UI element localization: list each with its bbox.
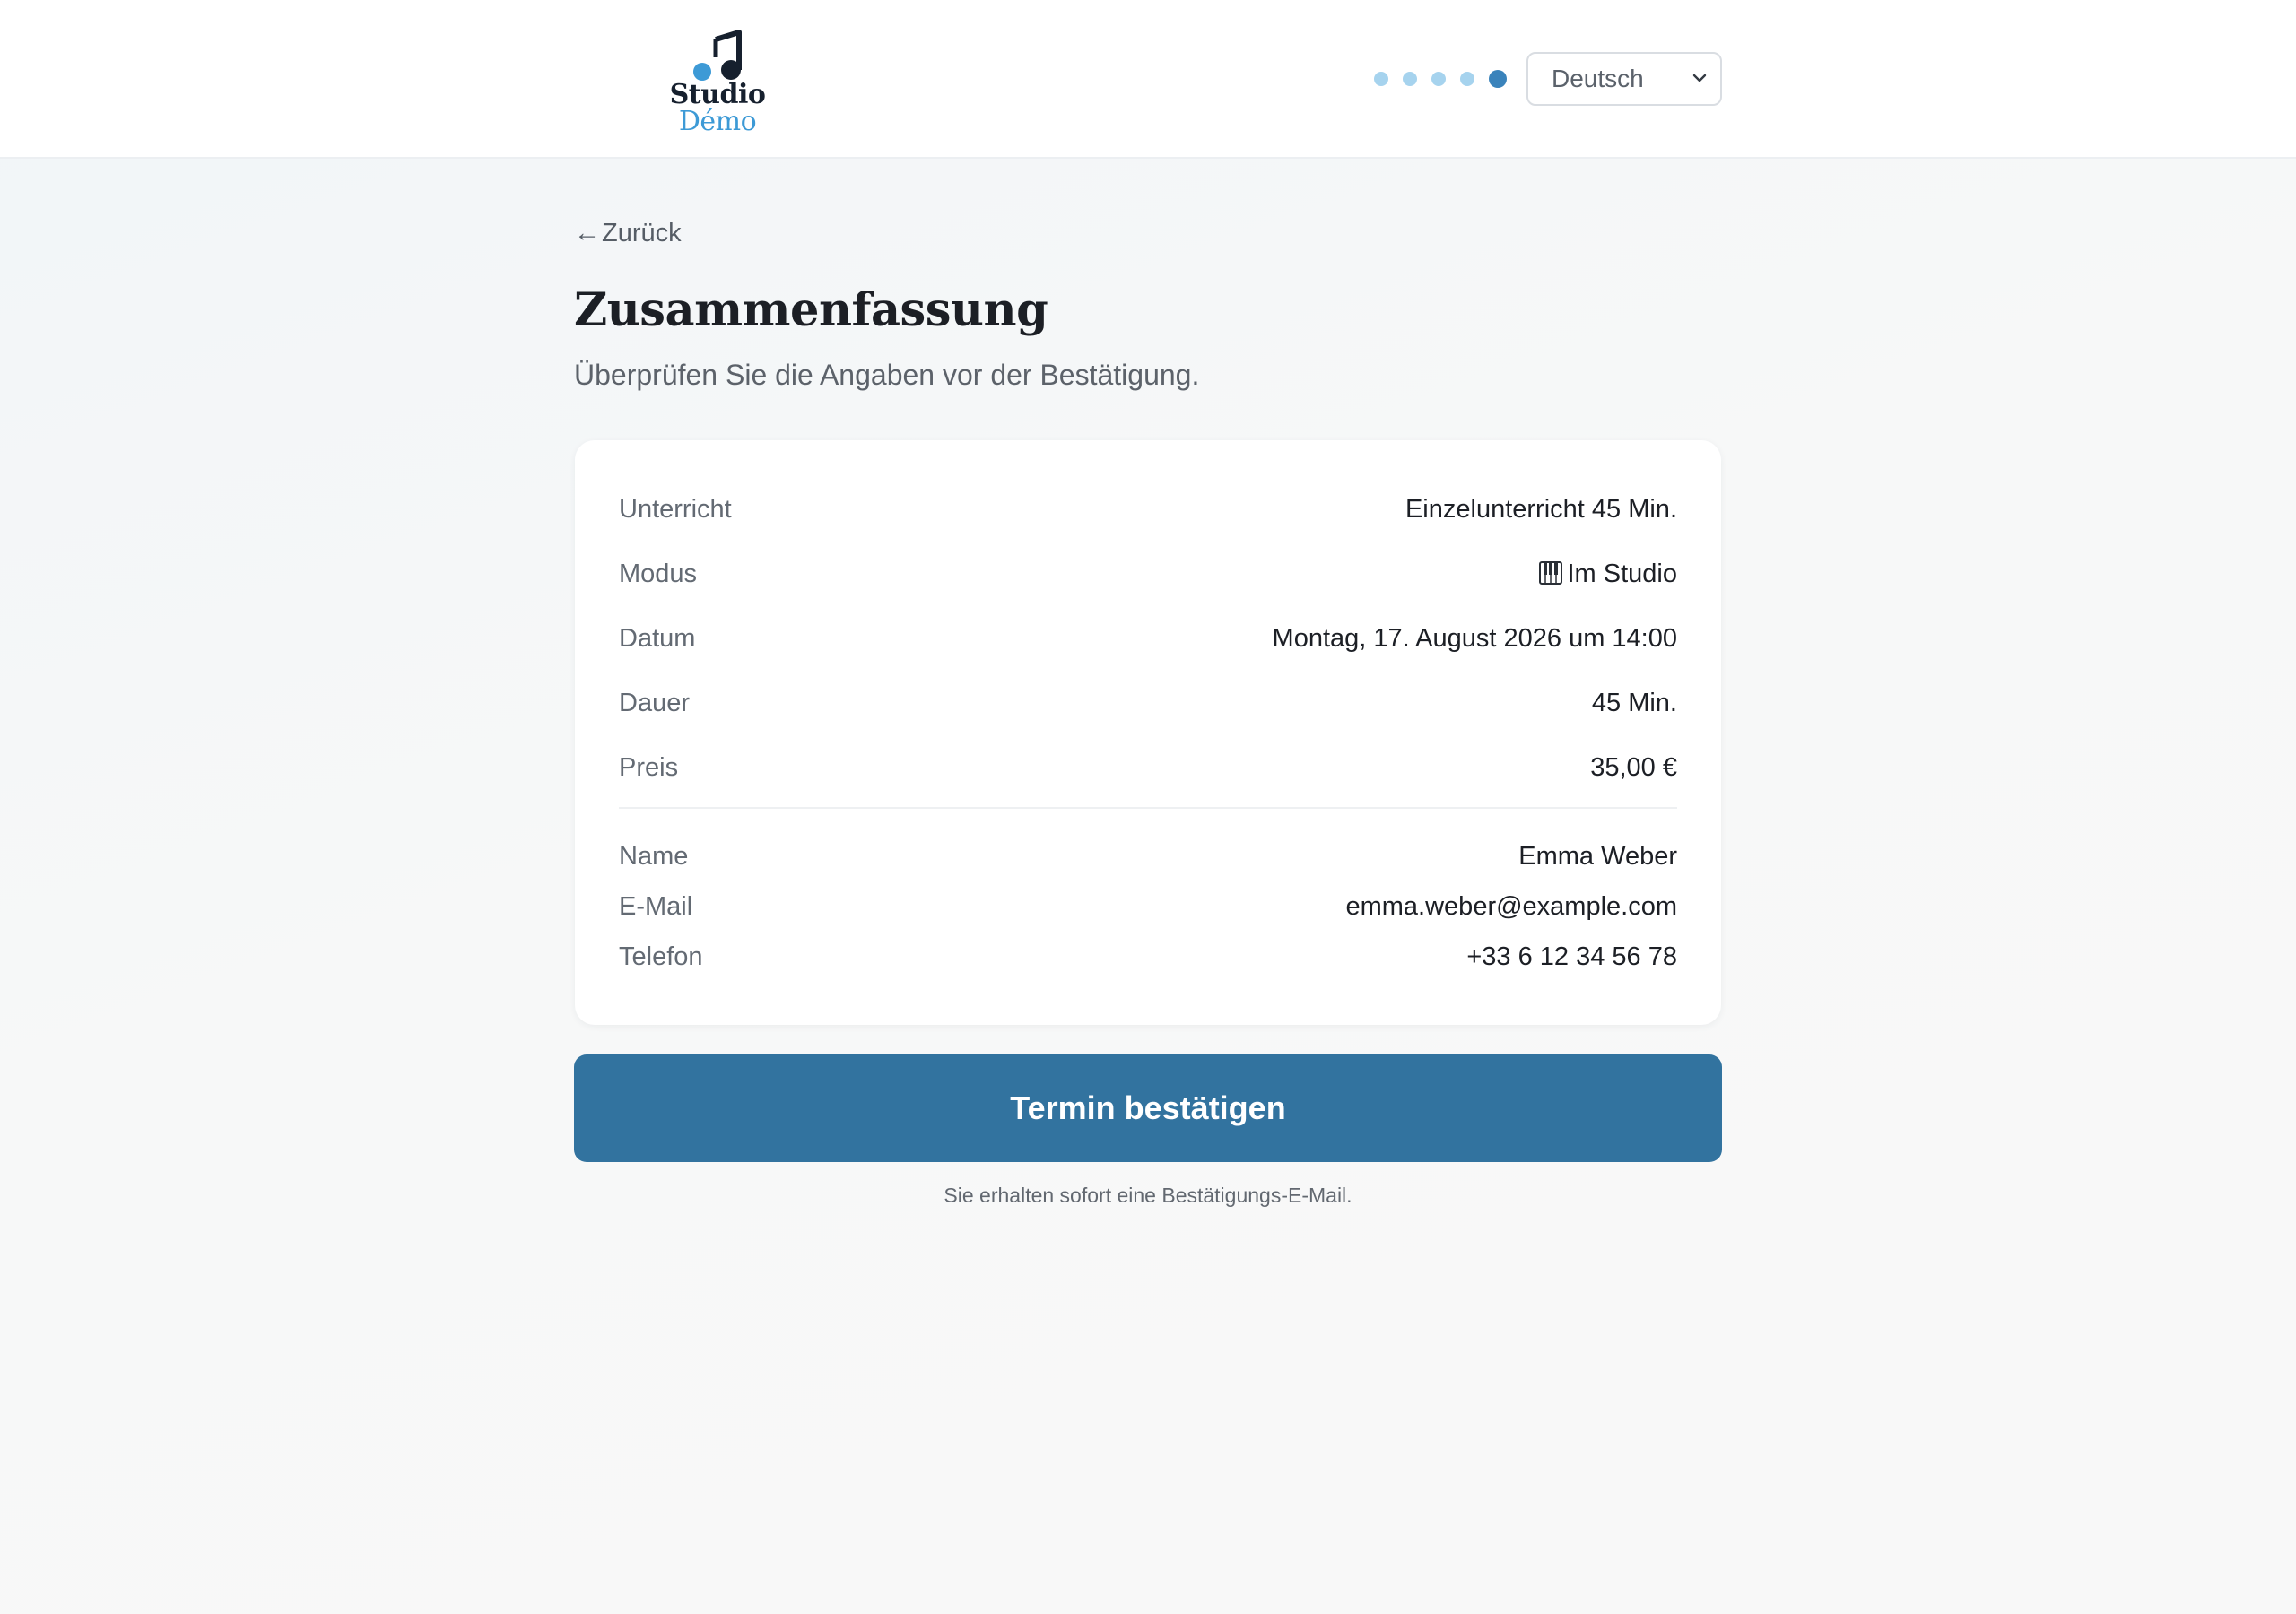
summary-row-duration: Dauer 45 Min. bbox=[619, 685, 1677, 721]
chevron-down-icon bbox=[1692, 74, 1707, 82]
contact-label: E-Mail bbox=[619, 891, 693, 921]
contact-label: Name bbox=[619, 841, 689, 871]
step-indicator bbox=[1374, 70, 1507, 88]
summary-value-mode: Im Studio bbox=[1538, 559, 1678, 589]
summary-label: Modus bbox=[619, 559, 698, 588]
summary-row-date: Datum Montag, 17. August 2026 um 14:00 bbox=[619, 620, 1677, 656]
confirm-appointment-button[interactable]: Termin bestätigen bbox=[574, 1054, 1722, 1162]
piano-icon bbox=[1538, 560, 1562, 585]
contact-label: Telefon bbox=[619, 941, 703, 971]
summary-value: 35,00 € bbox=[1590, 752, 1677, 782]
confirmation-note: Sie erhalten sofort eine Bestätigungs-E-… bbox=[944, 1184, 1352, 1207]
top-bar: Studio Démo Deutsch bbox=[0, 0, 2296, 159]
contact-value: emma.weber@example.com bbox=[1345, 891, 1677, 921]
summary-label: Unterricht bbox=[619, 494, 732, 524]
language-select[interactable]: Deutsch bbox=[1526, 52, 1722, 106]
summary-row-mode: Modus Im Studio bbox=[619, 556, 1677, 592]
language-select-value: Deutsch bbox=[1552, 65, 1644, 92]
summary-label: Datum bbox=[619, 623, 696, 653]
back-link-label: Zurück bbox=[602, 219, 682, 247]
contact-row-name: Name Emma Weber bbox=[619, 838, 1677, 874]
music-note-icon bbox=[693, 30, 742, 81]
contact-row-email: E-Mail emma.weber@example.com bbox=[619, 889, 1677, 924]
back-link[interactable]: ←Zurück bbox=[574, 219, 682, 248]
summary-card: Unterricht Einzelunterricht 45 Min. Modu… bbox=[575, 440, 1721, 1025]
summary-value: 45 Min. bbox=[1591, 688, 1677, 717]
summary-row-lesson: Unterricht Einzelunterricht 45 Min. bbox=[619, 491, 1677, 527]
step-dot-2 bbox=[1403, 72, 1417, 86]
logo-text-demo: Démo bbox=[678, 106, 757, 137]
summary-label: Dauer bbox=[619, 688, 690, 717]
summary-row-price: Preis 35,00 € bbox=[619, 750, 1677, 785]
step-dot-1 bbox=[1374, 72, 1388, 86]
contact-value: Emma Weber bbox=[1518, 841, 1677, 871]
contact-value: +33 6 12 34 56 78 bbox=[1466, 941, 1677, 971]
step-dot-4 bbox=[1460, 72, 1474, 86]
summary-value: Montag, 17. August 2026 um 14:00 bbox=[1272, 623, 1677, 653]
summary-divider bbox=[619, 807, 1677, 809]
page-title: Zusammenfassung bbox=[574, 283, 1048, 337]
step-dot-3 bbox=[1431, 72, 1446, 86]
page-subtitle: Überprüfen Sie die Angaben vor der Bestä… bbox=[574, 359, 1200, 391]
summary-label: Preis bbox=[619, 752, 679, 782]
arrow-left-icon: ← bbox=[574, 219, 600, 247]
summary-value: Einzelunterricht 45 Min. bbox=[1405, 494, 1677, 524]
studio-logo[interactable]: Studio Démo bbox=[662, 27, 773, 138]
mode-text: Im Studio bbox=[1567, 559, 1678, 588]
step-dot-5-active bbox=[1489, 70, 1507, 88]
contact-row-phone: Telefon +33 6 12 34 56 78 bbox=[619, 939, 1677, 975]
